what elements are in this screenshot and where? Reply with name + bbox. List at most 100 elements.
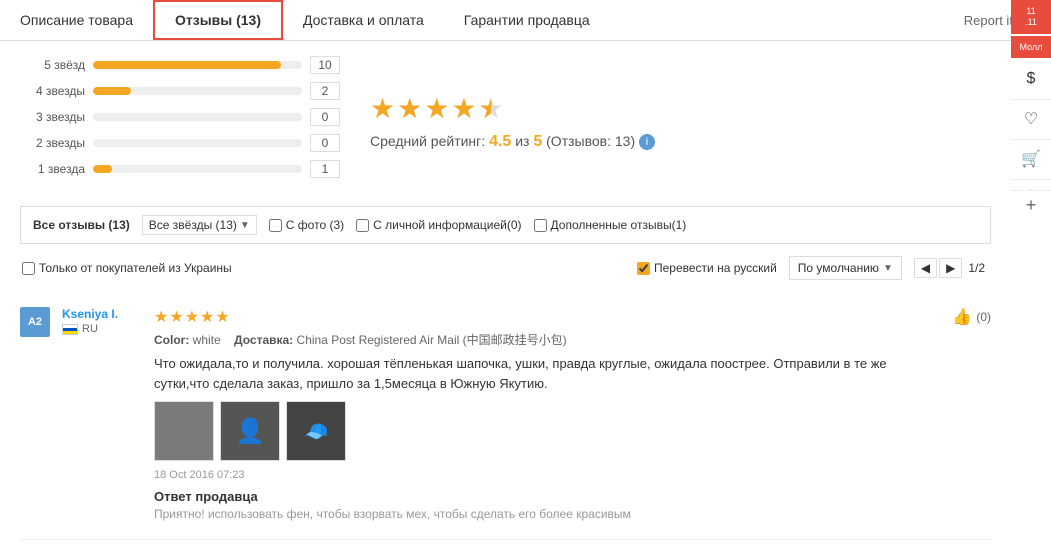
bar-4 [93,87,302,95]
dropdown-arrow-icon: ▼ [240,220,250,231]
ukraine-filter[interactable]: Только от покупателей из Украины [22,261,232,275]
star-row-1: 1 звезда 1 [20,160,340,178]
star-count-4: 2 [310,82,340,100]
reviewer-flag: RU [62,323,142,335]
like-count: (0) [976,310,991,324]
bar-1 [93,165,302,173]
right-sidebar: 11 .11 Молл $ ♡ 🛒 📋 + [1011,0,1051,220]
heart-icon: ♡ [1024,109,1038,129]
translate-checkbox[interactable] [637,262,650,275]
sort-dropdown-arrow-icon: ▼ [883,263,893,274]
reviewer-info: Kseniya I. RU [62,307,142,335]
color-value: white [193,333,221,347]
review-images: 👤 🧢 [154,401,940,461]
promo-subtext: .11 [1025,17,1037,27]
star-count-5: 10 [310,56,340,74]
star-count-1: 1 [310,160,340,178]
sidebar-cart-button[interactable]: 🛒 [1011,140,1051,180]
filter-additional-label: Дополненные отзывы(1) [551,218,687,232]
page-next-button[interactable]: ▶ [939,258,962,278]
star-row-5: 5 звёзд 10 [20,56,340,74]
star-bars: 5 звёзд 10 4 звезды 2 3 звезды [20,56,340,186]
pagination: ◀ ▶ 1/2 [914,258,989,278]
bar-fill-4 [93,87,131,95]
big-star-4: ★ [451,92,476,125]
tabs-bar: Описание товара Отзывы (13) Доставка и о… [0,0,1051,41]
star-count-3: 0 [310,108,340,126]
filter-all-stars-label: Все звёзды (13) [149,218,237,232]
star-label-2: 2 звезды [20,136,85,150]
review-image-3[interactable]: 🧢 [286,401,346,461]
ukraine-checkbox[interactable] [22,262,35,275]
color-label: Color: [154,333,189,347]
review-star-4: ★ [200,307,214,327]
star-row-3: 3 звезды 0 [20,108,340,126]
review-meta: Color: white Доставка: China Post Regist… [154,331,940,348]
promo-text: 11 [1026,6,1035,16]
star-label-4: 4 звезды [20,84,85,98]
cart-icon: 🛒 [1021,149,1041,169]
plus-icon: + [1026,195,1037,216]
review-item: A2 Kseniya I. RU ★ ★ ★ ★ ★ [20,295,991,540]
review-star-3: ★ [185,307,199,327]
flag-icon [62,324,78,335]
ukraine-label: Только от покупателей из Украины [39,261,232,275]
main-content: 5 звёзд 10 4 звезды 2 3 звезды [0,41,1051,555]
big-star-half: ★ ★ [478,92,503,125]
big-star-2: ★ [397,92,422,125]
filter-with-photo[interactable]: С фото (3) [269,218,344,232]
rating-summary: ★ ★ ★ ★ ★ ★ Средний рейтинг: 4.5 из 5 (О… [370,56,655,186]
bar-fill-5 [93,61,281,69]
filter-personal-label: С личной информацией(0) [373,218,521,232]
mall-banner[interactable]: Молл [1011,36,1051,58]
filter-additional[interactable]: Дополненные отзывы(1) [534,218,687,232]
plus-button[interactable]: + [1011,190,1051,220]
page-container: Описание товара Отзывы (13) Доставка и о… [0,0,1051,555]
review-star-2: ★ [169,307,183,327]
star-label-1: 1 звезда [20,162,85,176]
translate-option[interactable]: Перевести на русский [637,261,777,275]
tab-reviews[interactable]: Отзывы (13) [153,0,283,40]
delivery-label: Доставка: [234,333,293,347]
mall-text: Молл [1020,42,1043,52]
like-button[interactable]: 👍 (0) [952,307,991,327]
review-header: A2 Kseniya I. RU ★ ★ ★ ★ ★ [20,307,991,521]
tab-guarantee[interactable]: Гарантии продавца [444,2,610,38]
filter-personal-info[interactable]: С личной информацией(0) [356,218,521,232]
star-label-3: 3 звезды [20,110,85,124]
like-icon: 👍 [952,307,972,327]
sort-dropdown[interactable]: По умолчанию ▼ [789,256,902,280]
tab-description[interactable]: Описание товара [0,2,153,38]
filter-all-stars-dropdown[interactable]: Все звёзды (13) ▼ [142,215,257,235]
rating-section: 5 звёзд 10 4 звезды 2 3 звезды [20,56,991,186]
filter-bar: Все отзывы (13) Все звёзды (13) ▼ С фото… [20,206,991,244]
reviewer-country: RU [82,323,98,335]
sidebar-currency-button[interactable]: $ [1011,60,1051,100]
info-icon[interactable]: i [639,134,655,150]
seller-response-title: Ответ продавца [154,489,940,504]
review-star-5: ★ [215,307,229,327]
reviewer-name: Kseniya I. [62,307,142,321]
delivery-value: China Post Registered Air Mail (中国邮政挂号小包… [297,333,567,347]
review-image-1[interactable] [154,401,214,461]
big-star-3: ★ [424,92,449,125]
review-main-content: ★ ★ ★ ★ ★ Color: white Доставка: China P… [154,307,940,521]
promo-banner[interactable]: 11 .11 [1011,0,1051,34]
currency-icon: $ [1027,70,1036,88]
review-image-2[interactable]: 👤 [220,401,280,461]
avg-rating-text: Средний рейтинг: 4.5 из 5 (Отзывов: 13) … [370,133,655,151]
avg-rating-label: Средний рейтинг: [370,133,485,149]
filter-additional-checkbox[interactable] [534,219,547,232]
star-row-4: 4 звезды 2 [20,82,340,100]
tab-delivery[interactable]: Доставка и оплата [283,2,444,38]
avg-number: 4.5 [489,133,511,150]
sidebar-wishlist-button[interactable]: ♡ [1011,100,1051,140]
page-info: 1/2 [964,261,989,275]
page-prev-button[interactable]: ◀ [914,258,937,278]
filter-personal-checkbox[interactable] [356,219,369,232]
filter-all-reviews[interactable]: Все отзывы (13) [33,218,130,232]
big-star-1: ★ [370,92,395,125]
star-count-2: 0 [310,134,340,152]
filter-photo-checkbox[interactable] [269,219,282,232]
reviewer-avatar: A2 [20,307,50,337]
